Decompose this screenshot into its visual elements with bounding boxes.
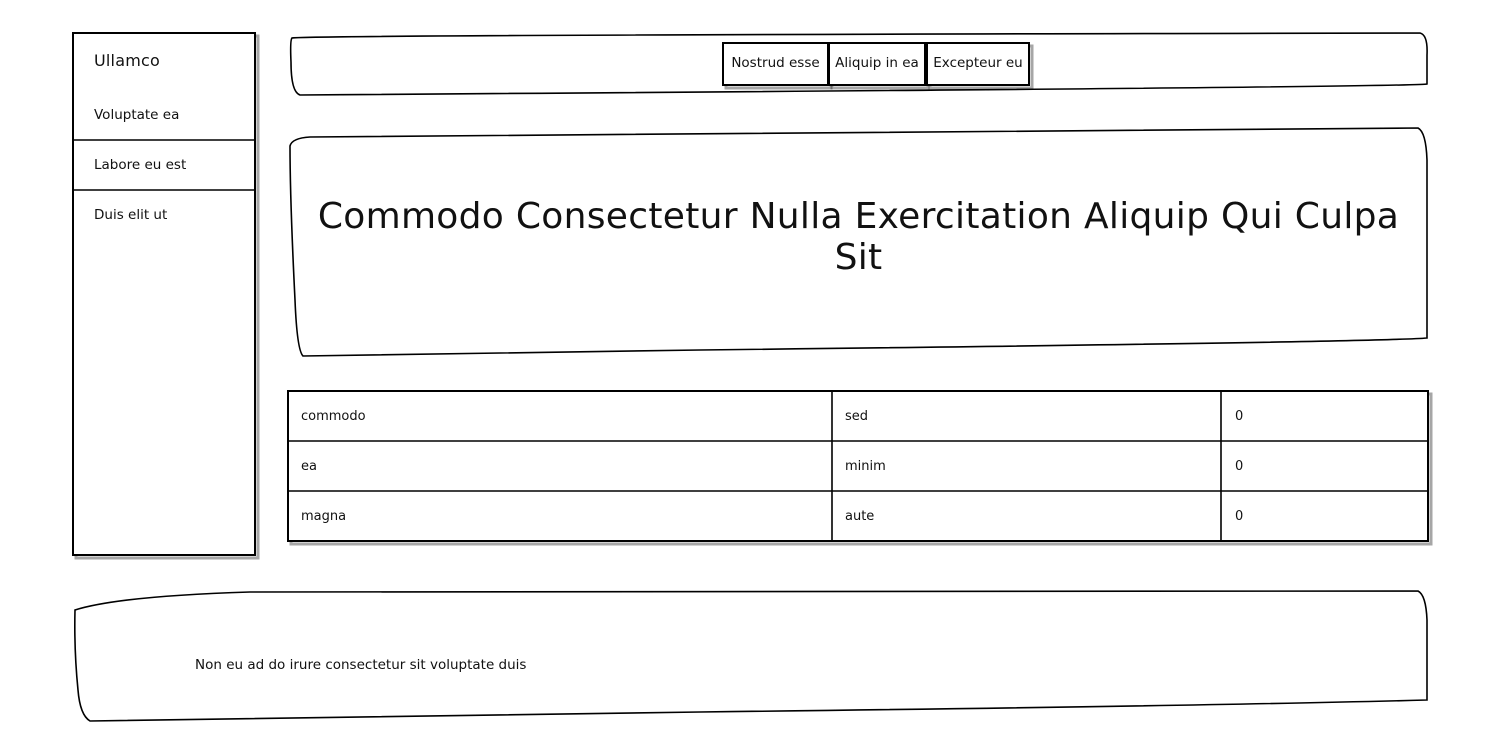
sidebar-item-voluptate-ea[interactable]: Voluptate ea [73,90,255,140]
data-table: commodo sed 0 ea minim 0 magna aute 0 [288,391,1428,541]
table-cell: minim [845,458,886,474]
footer: Non eu ad do irure consectetur sit volup… [73,590,1427,720]
footer-text: Non eu ad do irure consectetur sit volup… [195,657,527,673]
table-cell: 0 [1235,508,1244,524]
sidebar-item-labore-eu-est[interactable]: Labore eu est [73,140,255,190]
hero-banner: Commodo Consectetur Nulla Exercitation A… [290,128,1427,356]
table-cell: 0 [1235,458,1244,474]
table-cell: commodo [301,408,366,424]
nav-button-nostrud-esse[interactable]: Nostrud esse [723,42,828,84]
table-cell: 0 [1235,408,1244,424]
table-cell: magna [301,508,347,524]
brand-title: Ullamco [94,51,160,70]
nav-button-aliquip-in-ea[interactable]: Aliquip in ea [829,42,925,84]
table-cell: aute [845,508,875,524]
nav-button-excepteur-eu[interactable]: Excepteur eu [926,42,1030,84]
sidebar-item-duis-elit-ut[interactable]: Duis elit ut [73,190,255,240]
top-navigation: Nostrud esse Aliquip in ea Excepteur eu [290,33,1427,95]
table-cell: sed [845,408,869,424]
sidebar: Ullamco Voluptate ea Labore eu est Duis … [73,33,255,555]
hero-title: Commodo Consectetur Nulla Exercitation A… [317,196,1400,278]
table-cell: ea [301,458,317,474]
